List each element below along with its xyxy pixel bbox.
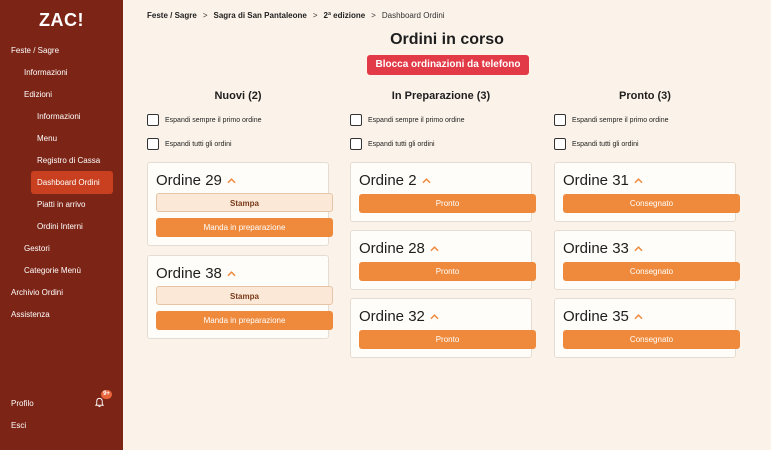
order-card: Ordine 35 Consegnato [554,298,740,358]
send-to-preparation-button[interactable]: Manda in preparazione [156,311,333,330]
sidebar-item-esci[interactable]: Esci [11,421,26,430]
expand-first-label: Espandi sempre il primo ordine [572,116,669,124]
order-title[interactable]: Ordine 35 [563,308,643,325]
order-title-text: Ordine 31 [563,172,629,189]
expand-all-label: Espandi tutti gli ordini [368,140,435,148]
expand-first-option[interactable]: Espandi sempre il primo ordine [147,113,262,127]
app-logo: ZAC! [39,10,84,30]
breadcrumb-current: Dashboard Ordini [381,11,445,20]
order-title-text: Ordine 35 [563,308,629,325]
sidebar-item-categorie-menu[interactable]: Categorie Menù [24,266,81,275]
expand-all-checkbox[interactable] [554,138,566,150]
breadcrumb-feste-sagre[interactable]: Feste / Sagre [147,11,197,20]
column-pronto: Pronto (3) Espandi sempre il primo ordin… [554,90,740,450]
expand-first-option[interactable]: Espandi sempre il primo ordine [554,113,669,127]
order-card: Ordine 32 Pronto [350,298,536,358]
order-card: Ordine 31 Consegnato [554,162,740,222]
expand-all-checkbox[interactable] [147,138,159,150]
sidebar-item-menu[interactable]: Menu [37,134,57,143]
expand-first-checkbox[interactable] [147,114,159,126]
column-in-preparazione: In Preparazione (3) Espandi sempre il pr… [350,90,536,450]
sidebar: ZAC! Feste / Sagre Informazioni Edizioni… [0,0,123,450]
ready-button[interactable]: Pronto [359,194,536,213]
expand-first-label: Espandi sempre il primo ordine [165,116,262,124]
ready-button[interactable]: Pronto [359,262,536,281]
sidebar-item-piatti-arrivo[interactable]: Piatti in arrivo [37,200,85,209]
expand-all-label: Espandi tutti gli ordini [572,140,639,148]
order-title-text: Ordine 38 [156,265,222,282]
chevron-up-icon[interactable] [430,313,439,320]
order-title-text: Ordine 2 [359,172,417,189]
order-title-text: Ordine 28 [359,240,425,257]
order-title[interactable]: Ordine 2 [359,172,431,189]
expand-first-label: Espandi sempre il primo ordine [368,116,465,124]
order-card: Ordine 29 Stampa Manda in preparazione [147,162,333,246]
block-phone-orders-button[interactable]: Blocca ordinazioni da telefono [367,55,529,75]
delivered-button[interactable]: Consegnato [563,262,740,281]
breadcrumb-separator: > [312,11,318,20]
sidebar-item-gestori[interactable]: Gestori [24,244,50,253]
delivered-button[interactable]: Consegnato [563,194,740,213]
column-title: Nuovi (2) [214,90,262,102]
delivered-button[interactable]: Consegnato [563,330,740,349]
print-button[interactable]: Stampa [156,193,333,212]
expand-first-option[interactable]: Espandi sempre il primo ordine [350,113,465,127]
chevron-up-icon[interactable] [634,245,643,252]
sidebar-item-profilo[interactable]: Profilo [11,399,34,408]
chevron-up-icon[interactable] [430,245,439,252]
chevron-up-icon[interactable] [634,177,643,184]
sidebar-item-assistenza[interactable]: Assistenza [11,310,50,319]
order-card: Ordine 33 Consegnato [554,230,740,290]
breadcrumb: Feste / Sagre > Sagra di San Pantaleone … [147,11,445,20]
breadcrumb-separator: > [202,11,208,20]
sidebar-item-feste-sagre[interactable]: Feste / Sagre [11,46,59,55]
page-title: Ordini in corso [390,31,504,48]
expand-all-label: Espandi tutti gli ordini [165,140,232,148]
print-button[interactable]: Stampa [156,286,333,305]
column-nuovi: Nuovi (2) Espandi sempre il primo ordine… [147,90,333,450]
order-title[interactable]: Ordine 32 [359,308,439,325]
expand-all-option[interactable]: Espandi tutti gli ordini [554,137,639,151]
order-title[interactable]: Ordine 29 [156,172,236,189]
chevron-up-icon[interactable] [634,313,643,320]
order-title[interactable]: Ordine 31 [563,172,643,189]
ready-button[interactable]: Pronto [359,330,536,349]
order-title[interactable]: Ordine 33 [563,240,643,257]
expand-first-checkbox[interactable] [350,114,362,126]
notification-badge: 9+ [101,390,112,399]
order-title-text: Ordine 32 [359,308,425,325]
order-card: Ordine 38 Stampa Manda in preparazione [147,255,333,339]
expand-all-option[interactable]: Espandi tutti gli ordini [147,137,232,151]
sidebar-item-informazioni[interactable]: Informazioni [24,68,68,77]
send-to-preparation-button[interactable]: Manda in preparazione [156,218,333,237]
order-title-text: Ordine 29 [156,172,222,189]
order-card: Ordine 28 Pronto [350,230,536,290]
breadcrumb-separator: > [371,11,376,20]
sidebar-item-edizioni[interactable]: Edizioni [24,90,52,99]
order-title[interactable]: Ordine 28 [359,240,439,257]
column-title: Pronto (3) [619,90,671,102]
chevron-up-icon[interactable] [227,177,236,184]
chevron-up-icon[interactable] [421,177,431,184]
chevron-up-icon[interactable] [227,270,236,277]
order-card: Ordine 2 Pronto [350,162,536,222]
sidebar-item-dashboard-ordini[interactable]: Dashboard Ordini [31,171,113,194]
sidebar-item-registro-cassa[interactable]: Registro di Cassa [37,156,100,165]
sidebar-item-edizione-informazioni[interactable]: Informazioni [37,112,81,121]
order-title[interactable]: Ordine 38 [156,265,236,282]
expand-first-checkbox[interactable] [554,114,566,126]
column-title: In Preparazione (3) [391,90,491,102]
breadcrumb-sagra[interactable]: Sagra di San Pantaleone [213,11,306,20]
breadcrumb-edizione[interactable]: 2ª edizione [324,11,366,20]
sidebar-item-ordini-interni[interactable]: Ordini Interni [37,222,83,231]
expand-all-checkbox[interactable] [350,138,362,150]
expand-all-option[interactable]: Espandi tutti gli ordini [350,137,435,151]
sidebar-item-archivio-ordini[interactable]: Archivio Ordini [11,288,63,297]
order-title-text: Ordine 33 [563,240,629,257]
